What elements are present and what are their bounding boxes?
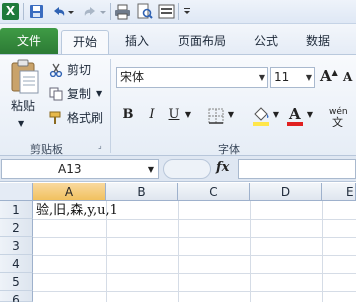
- select-all-corner[interactable]: [0, 183, 33, 201]
- gridline: [250, 201, 251, 302]
- row-header-4[interactable]: 4: [0, 255, 33, 273]
- row-header-2[interactable]: 2: [0, 219, 33, 237]
- fill-color-dropdown-icon[interactable]: ▼: [272, 105, 280, 125]
- font-group-label: 字体: [218, 143, 240, 156]
- print-preview-icon[interactable]: [136, 3, 153, 20]
- bold-button[interactable]: B: [120, 105, 136, 125]
- scissors-icon: [49, 63, 63, 78]
- font-name-select[interactable]: 宋体 ▼: [116, 67, 268, 88]
- font-color-icon[interactable]: A: [286, 105, 304, 127]
- font-name-value: 宋体: [120, 70, 145, 84]
- format-painter-button[interactable]: 格式刷: [67, 108, 103, 128]
- cell-a1[interactable]: 验,旧,森,y,u,1: [36, 202, 118, 220]
- underline-dropdown-icon[interactable]: ▼: [184, 105, 192, 125]
- shrink-font-icon[interactable]: A: [343, 70, 352, 84]
- cut-button[interactable]: 剪切: [67, 60, 91, 80]
- redo-icon[interactable]: [82, 3, 99, 20]
- tab-page-layout[interactable]: 页面布局: [170, 30, 234, 54]
- fx-label: fx: [216, 160, 230, 175]
- ribbon: 粘贴 ▼ 剪切 复制 ▼ 格式刷 剪贴板 ⌟ 宋体 ▼ 11 ▼ A▲ A B …: [0, 54, 356, 156]
- customize-icon[interactable]: [182, 3, 192, 20]
- copy-icon: [49, 87, 63, 101]
- row-header-5[interactable]: 5: [0, 273, 33, 291]
- save-icon[interactable]: [28, 3, 45, 20]
- formula-bar-splitter[interactable]: [163, 159, 211, 179]
- svg-text:A: A: [288, 105, 301, 123]
- tab-file[interactable]: 文件: [0, 28, 58, 54]
- italic-button[interactable]: I: [144, 105, 160, 125]
- row-header-6[interactable]: 6: [0, 291, 33, 302]
- spreadsheet-grid: A B C D E 1 2 3 4 5 6 验,旧,森,y,u,1: [0, 183, 356, 302]
- screen-icon[interactable]: [158, 3, 175, 20]
- tab-formulas[interactable]: 公式: [244, 30, 288, 54]
- column-header-e[interactable]: E: [322, 183, 356, 201]
- chevron-down-icon: ▼: [305, 73, 312, 82]
- grow-font-icon[interactable]: A▲: [320, 67, 338, 85]
- divider: [178, 3, 179, 20]
- border-dropdown-icon[interactable]: ▼: [227, 105, 235, 125]
- column-header-a[interactable]: A: [33, 183, 106, 201]
- row-header-3[interactable]: 3: [0, 237, 33, 255]
- gridline: [178, 201, 179, 302]
- print-icon[interactable]: [114, 3, 131, 20]
- redo-dropdown-icon[interactable]: [98, 3, 108, 20]
- fill-color-icon[interactable]: [251, 105, 271, 127]
- divider: [110, 3, 111, 20]
- quick-access-toolbar: X: [0, 0, 356, 24]
- gridline: [33, 237, 356, 238]
- gridline: [33, 273, 356, 274]
- divider: [23, 3, 24, 20]
- format-painter-icon: [49, 111, 63, 125]
- column-header-c[interactable]: C: [178, 183, 250, 201]
- underline-button[interactable]: U: [166, 105, 182, 125]
- tab-data[interactable]: 数据: [296, 30, 340, 54]
- gridline: [322, 201, 323, 302]
- svg-text:文: 文: [332, 115, 343, 127]
- gridline: [33, 291, 356, 292]
- gridline: [33, 255, 356, 256]
- undo-icon[interactable]: [50, 3, 67, 20]
- name-box[interactable]: A13 ▼: [1, 159, 159, 179]
- font-size-value: 11: [274, 70, 290, 84]
- excel-icon[interactable]: X: [2, 3, 19, 20]
- copy-dropdown-icon[interactable]: ▼: [96, 84, 102, 104]
- chevron-down-icon: ▼: [147, 165, 154, 174]
- row-header-1[interactable]: 1: [0, 201, 33, 219]
- dialog-launcher-icon[interactable]: ⌟: [98, 141, 102, 150]
- paste-button[interactable]: 粘贴: [11, 96, 35, 116]
- paste-dropdown-icon[interactable]: ▼: [18, 114, 24, 134]
- font-size-select[interactable]: 11 ▼: [270, 67, 315, 88]
- chevron-down-icon: ▼: [258, 73, 265, 82]
- ribbon-tabs: 文件 开始 插入 页面布局 公式 数据: [0, 24, 356, 54]
- group-divider: [110, 59, 111, 153]
- name-box-value: A13: [58, 162, 82, 176]
- undo-dropdown-icon[interactable]: [66, 3, 76, 20]
- tab-home[interactable]: 开始: [61, 30, 109, 54]
- formula-input[interactable]: [238, 159, 356, 179]
- insert-function-button[interactable]: fx: [216, 160, 229, 175]
- paste-icon[interactable]: [6, 59, 42, 95]
- copy-button[interactable]: 复制: [67, 84, 91, 104]
- border-icon[interactable]: [208, 108, 224, 124]
- formula-bar: A13 ▼ fx: [0, 156, 356, 182]
- column-header-d[interactable]: D: [250, 183, 322, 201]
- clipboard-group-label: 剪贴板: [30, 143, 63, 156]
- phonetic-icon[interactable]: wén 文: [328, 105, 352, 129]
- tab-insert[interactable]: 插入: [115, 30, 159, 54]
- font-color-dropdown-icon[interactable]: ▼: [306, 105, 314, 125]
- column-header-b[interactable]: B: [106, 183, 178, 201]
